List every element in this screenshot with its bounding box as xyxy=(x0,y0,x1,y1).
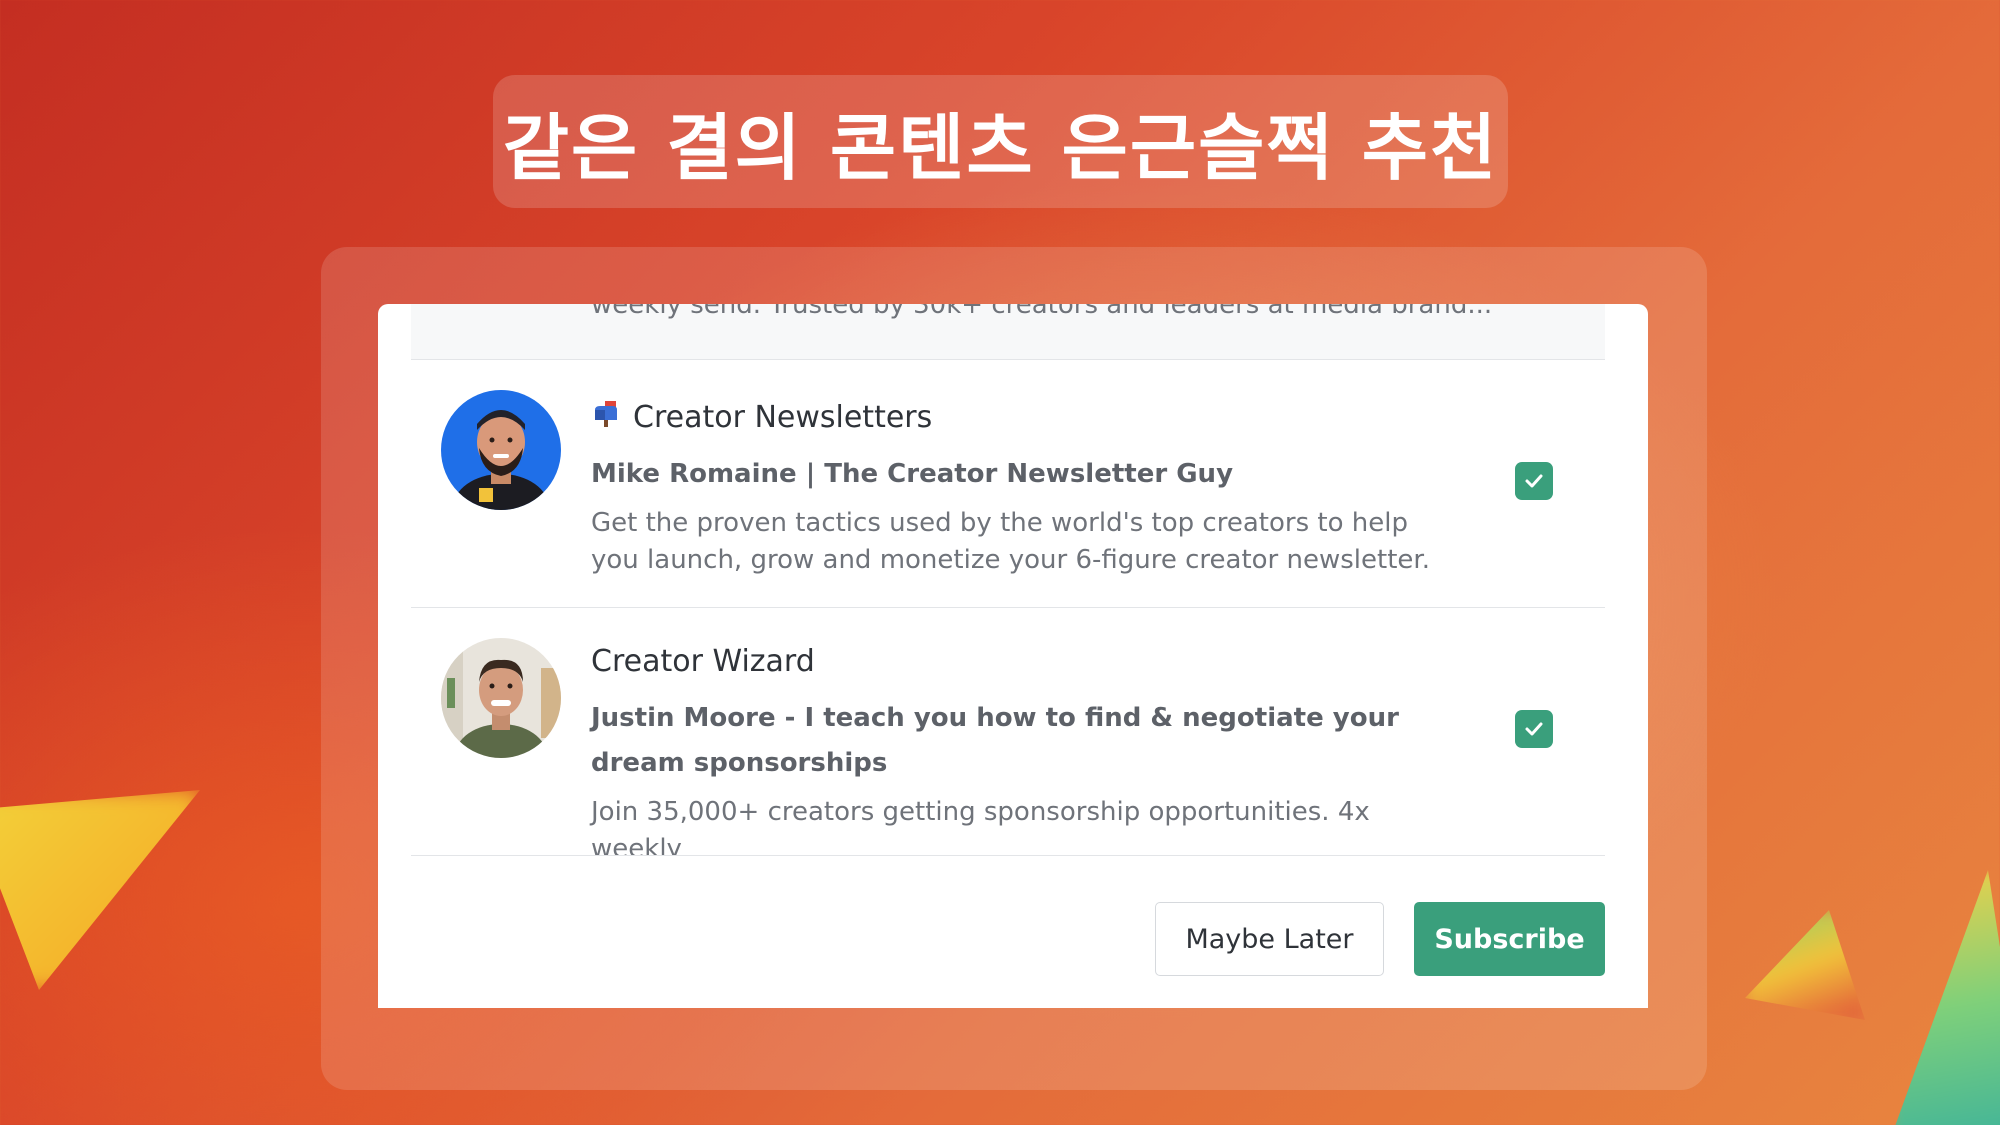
item-title-text: Creator Wizard xyxy=(591,643,815,679)
headline-banner: 같은 결의 콘텐츠 은근슬쩍 추천 xyxy=(493,75,1508,208)
decorative-shape-left xyxy=(0,790,200,990)
previous-item-partial: weekly send. Trusted by 30k+ creators an… xyxy=(411,304,1605,360)
recommendation-card: weekly send. Trusted by 30k+ creators an… xyxy=(378,304,1648,1008)
item-author: Mike Romaine | The Creator Newsletter Gu… xyxy=(591,459,1234,489)
list-item-creator-wizard[interactable]: Creator Wizard Justin Moore - I teach yo… xyxy=(411,608,1605,856)
headline-text: 같은 결의 콘텐츠 은근슬쩍 추천 xyxy=(502,106,1499,190)
action-bar: Maybe Later Subscribe xyxy=(411,856,1605,1008)
maybe-later-button[interactable]: Maybe Later xyxy=(1155,902,1384,976)
previous-item-description: weekly send. Trusted by 30k+ creators an… xyxy=(591,304,1493,320)
decorative-shape-right-small xyxy=(1745,910,1865,1020)
item-description: Join 35,000+ creators getting sponsorshi… xyxy=(591,797,1370,856)
avatar xyxy=(441,638,561,758)
subscribe-button[interactable]: Subscribe xyxy=(1414,902,1605,976)
list-item-creator-newsletters[interactable]: Creator Newsletters Mike Romaine | The C… xyxy=(411,360,1605,608)
item-title: Creator Newsletters xyxy=(591,396,1445,438)
item-title: Creator Wizard xyxy=(591,640,1445,682)
avatar-portrait-icon xyxy=(441,390,561,510)
mailbox-icon xyxy=(591,398,621,436)
item-author: Justin Moore - I teach you how to find &… xyxy=(591,703,1399,778)
item-title-text: Creator Newsletters xyxy=(633,399,933,435)
item-checkbox[interactable] xyxy=(1515,462,1553,500)
item-description: Get the proven tactics used by the world… xyxy=(591,508,1430,575)
decorative-shape-right-large xyxy=(1890,870,2000,1125)
avatar xyxy=(441,390,561,510)
item-checkbox[interactable] xyxy=(1515,710,1553,748)
checkmark-icon xyxy=(1525,474,1543,488)
checkmark-icon xyxy=(1525,722,1543,736)
avatar-portrait-icon xyxy=(441,638,561,758)
